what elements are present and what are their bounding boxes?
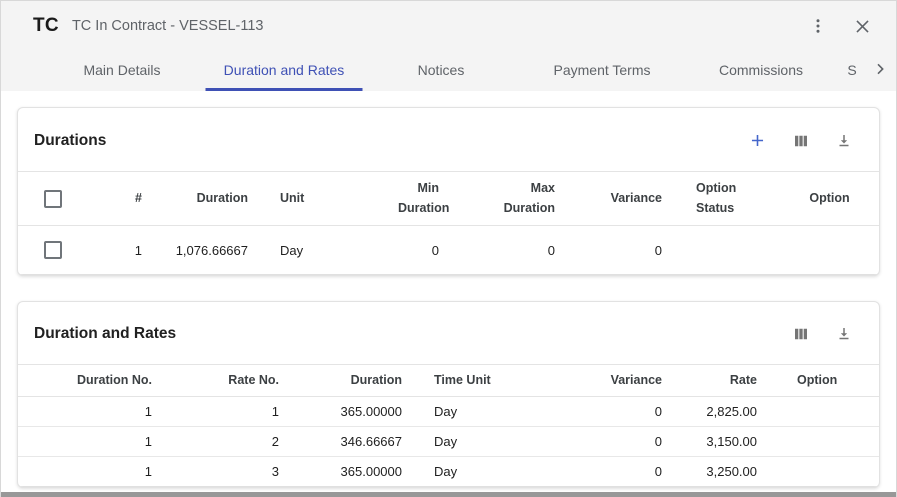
cell-duration: 1,076.66667	[158, 226, 264, 275]
cell-duration: 365.00000	[295, 397, 418, 427]
col-variance: Variance	[571, 172, 678, 226]
row-checkbox[interactable]	[44, 241, 62, 259]
titlebar-actions	[807, 1, 874, 51]
tc-logo: TC	[33, 15, 59, 37]
cell-max-duration: 0	[455, 226, 571, 275]
active-tab-indicator	[206, 88, 363, 91]
durations-actions	[746, 129, 855, 152]
col-option-status: Option Status	[678, 172, 778, 226]
col-duration: Duration	[295, 365, 418, 397]
duration-and-rates-title: Duration and Rates	[34, 325, 176, 343]
tab-notices[interactable]: Notices	[418, 51, 465, 88]
cell-variance: 0	[588, 457, 678, 487]
rates-row-2[interactable]: 1 2 346.66667 Day 0 3,150.00	[18, 427, 880, 457]
rates-header-row: Duration No. Rate No. Duration Time Unit…	[18, 365, 880, 397]
columns-icon[interactable]	[790, 323, 812, 345]
cell-rate-no: 2	[168, 427, 295, 457]
cell-option	[778, 226, 880, 275]
col-duration-no: Duration No.	[18, 365, 168, 397]
col-min-duration: Min Duration	[356, 172, 455, 226]
cell-duration-no: 1	[18, 397, 168, 427]
tab-duration-and-rates[interactable]: Duration and Rates	[224, 51, 345, 88]
durations-table: # Duration Unit Min Duration Max Duratio…	[18, 171, 880, 275]
cell-option	[773, 397, 880, 427]
cell-time-unit: Day	[418, 427, 588, 457]
col-option: Option	[778, 172, 880, 226]
cell-time-unit: Day	[418, 457, 588, 487]
cell-option	[773, 457, 880, 487]
tab-commissions[interactable]: Commissions	[719, 51, 803, 88]
rates-row-3[interactable]: 1 3 365.00000 Day 0 3,250.00	[18, 457, 880, 487]
cell-min-duration: 0	[356, 226, 455, 275]
tab-bar: Main Details Duration and Rates Notices …	[1, 51, 896, 91]
dialog-top-strip: TC TC In Contract - VESSEL-113 Main Deta…	[1, 1, 896, 91]
cell-duration-no: 1	[18, 457, 168, 487]
cell-duration: 365.00000	[295, 457, 418, 487]
col-time-unit: Time Unit	[418, 365, 588, 397]
col-number: #	[80, 172, 158, 226]
col-unit: Unit	[264, 172, 356, 226]
cell-variance: 0	[588, 427, 678, 457]
cell-time-unit: Day	[418, 397, 588, 427]
cell-option-status	[678, 226, 778, 275]
download-icon[interactable]	[833, 323, 855, 345]
tc-in-contract-dialog: TC TC In Contract - VESSEL-113 Main Deta…	[0, 0, 897, 497]
col-duration: Duration	[158, 172, 264, 226]
chevron-right-icon[interactable]	[870, 59, 890, 79]
cell-variance: 0	[588, 397, 678, 427]
col-max-duration: Max Duration	[455, 172, 571, 226]
dialog-titlebar: TC TC In Contract - VESSEL-113	[1, 1, 896, 51]
close-icon[interactable]	[851, 15, 874, 38]
tab-partial[interactable]: S	[847, 51, 856, 88]
cell-unit: Day	[264, 226, 356, 275]
cell-number: 1	[80, 226, 158, 275]
cell-option	[773, 427, 880, 457]
cell-duration: 346.66667	[295, 427, 418, 457]
add-icon[interactable]	[746, 129, 769, 152]
durations-card: Durations	[17, 107, 880, 276]
tab-main-details[interactable]: Main Details	[83, 51, 160, 88]
cell-rate: 3,250.00	[678, 457, 773, 487]
cell-variance: 0	[571, 226, 678, 275]
cell-rate-no: 3	[168, 457, 295, 487]
col-rate-no: Rate No.	[168, 365, 295, 397]
col-rate: Rate	[678, 365, 773, 397]
durations-title: Durations	[34, 132, 106, 150]
cell-rate: 2,825.00	[678, 397, 773, 427]
columns-icon[interactable]	[790, 130, 812, 152]
dialog-bottom-edge	[1, 492, 896, 497]
durations-header-row: # Duration Unit Min Duration Max Duratio…	[18, 172, 880, 226]
rates-row-1[interactable]: 1 1 365.00000 Day 0 2,825.00	[18, 397, 880, 427]
durations-row-1[interactable]: 1 1,076.66667 Day 0 0 0	[18, 226, 880, 275]
cell-duration-no: 1	[18, 427, 168, 457]
select-all-checkbox[interactable]	[44, 190, 62, 208]
col-variance: Variance	[588, 365, 678, 397]
col-option: Option	[773, 365, 880, 397]
cell-rate-no: 1	[168, 397, 295, 427]
duration-and-rates-card: Duration and Rates Durati	[17, 301, 880, 488]
download-icon[interactable]	[833, 130, 855, 152]
cell-rate: 3,150.00	[678, 427, 773, 457]
duration-and-rates-actions	[790, 323, 855, 345]
kebab-menu-icon[interactable]	[807, 15, 829, 37]
durations-card-header: Durations	[18, 108, 879, 171]
duration-and-rates-table: Duration No. Rate No. Duration Time Unit…	[18, 364, 880, 487]
duration-and-rates-card-header: Duration and Rates	[18, 302, 879, 364]
tab-content-duration-and-rates: Durations	[1, 91, 896, 488]
tab-payment-terms[interactable]: Payment Terms	[554, 51, 651, 88]
dialog-title: TC In Contract - VESSEL-113	[72, 18, 264, 34]
